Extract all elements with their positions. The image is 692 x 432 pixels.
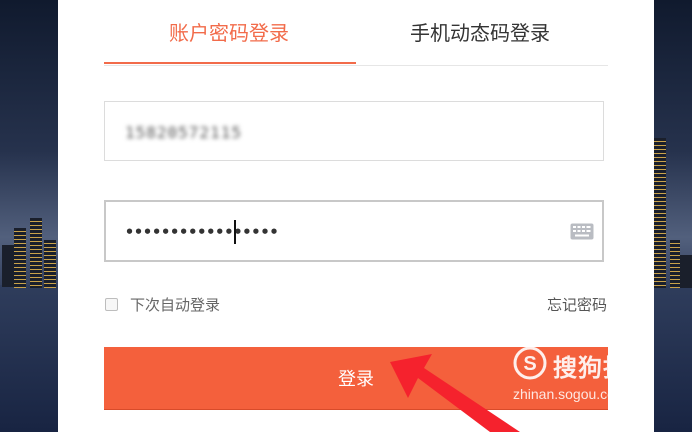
username-field[interactable]	[104, 101, 604, 162]
watermark-brand: 搜狗指南	[553, 354, 653, 382]
remember-checkbox[interactable]	[105, 297, 118, 311]
active-tab-underline	[104, 62, 356, 64]
remember-me[interactable]: 下次自动登录	[105, 294, 220, 314]
svg-text:S: S	[523, 353, 536, 375]
login-tabs: 账户密码登录 手机动态码登录	[104, 0, 608, 66]
tab-account-password[interactable]: 账户密码登录	[169, 18, 289, 48]
background-city-left	[0, 0, 58, 432]
keyboard-icon[interactable]	[570, 223, 594, 240]
text-caret	[234, 220, 236, 244]
sogou-logo-icon: S	[513, 346, 547, 380]
sogou-watermark: S 搜狗指南 zhinan.sogou.com	[513, 346, 668, 406]
username-input[interactable]	[123, 102, 567, 162]
forgot-password-link[interactable]: 忘记密码	[547, 294, 607, 315]
tab-phone-code[interactable]: 手机动态码登录	[410, 18, 550, 48]
remember-label: 下次自动登录	[130, 295, 221, 314]
password-input[interactable]	[123, 202, 567, 262]
password-field[interactable]	[104, 200, 604, 262]
watermark-url: zhinan.sogou.com	[513, 386, 627, 402]
